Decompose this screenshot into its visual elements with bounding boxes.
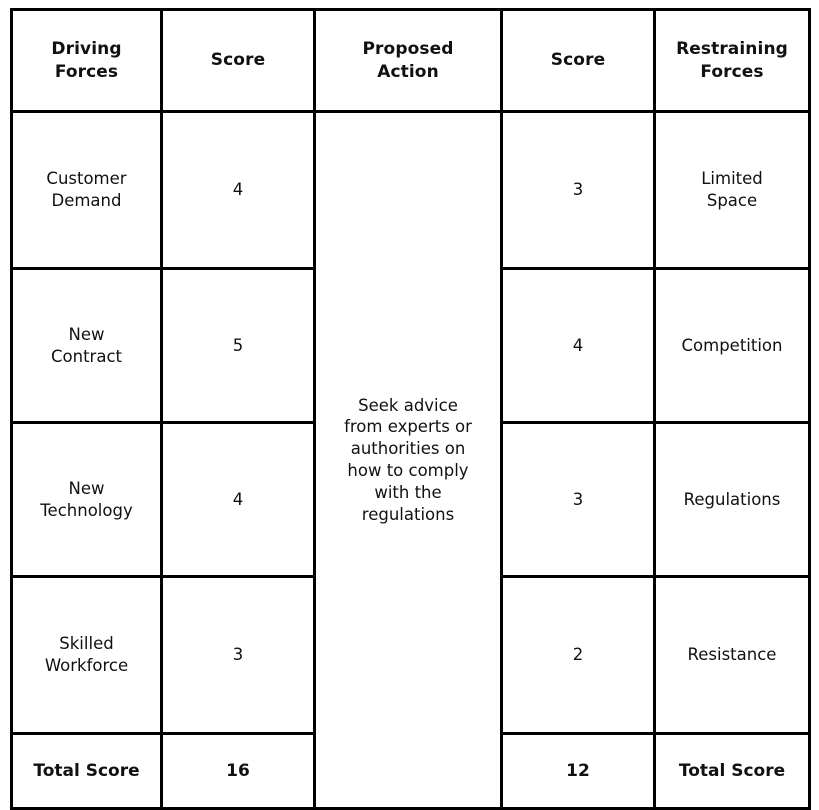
restraining-force-name: Limited Space — [653, 110, 811, 270]
restraining-total-label: Total Score — [653, 732, 811, 810]
header-proposed-action: Proposed Action — [313, 8, 503, 113]
driving-force-name: New Contract — [10, 267, 163, 424]
restraining-total-value: 12 — [500, 732, 656, 810]
page-root: Driving Forces Score Proposed Action Sco… — [0, 0, 819, 810]
driving-total-label: Total Score — [10, 732, 163, 810]
restraining-force-name: Resistance — [653, 575, 811, 735]
driving-force-score: 4 — [160, 110, 316, 270]
restraining-force-name: Regulations — [653, 421, 811, 578]
table-header: Driving Forces Score Proposed Action Sco… — [10, 8, 811, 113]
restraining-force-score: 2 — [500, 575, 656, 735]
driving-force-name: New Technology — [10, 421, 163, 578]
proposed-action-cell: Seek advice from experts or authorities … — [313, 110, 503, 810]
driving-force-score: 4 — [160, 421, 316, 578]
header-restraining-forces: Restraining Forces — [653, 8, 811, 113]
header-restraining-score: Score — [500, 8, 656, 113]
restraining-force-name: Competition — [653, 267, 811, 424]
header-row: Driving Forces Score Proposed Action Sco… — [10, 8, 811, 113]
restraining-force-score: 3 — [500, 110, 656, 270]
table-row: Customer Demand 4 Seek advice from exper… — [10, 110, 811, 810]
force-field-analysis-table: Driving Forces Score Proposed Action Sco… — [10, 8, 811, 810]
driving-force-score: 3 — [160, 575, 316, 735]
driving-force-name: Customer Demand — [10, 110, 163, 270]
header-driving-forces: Driving Forces — [10, 8, 163, 113]
driving-force-score: 5 — [160, 267, 316, 424]
driving-force-name: Skilled Workforce — [10, 575, 163, 735]
header-driving-score: Score — [160, 8, 316, 113]
restraining-force-score: 3 — [500, 421, 656, 578]
driving-total-value: 16 — [160, 732, 316, 810]
restraining-force-score: 4 — [500, 267, 656, 424]
table-body: Customer Demand 4 Seek advice from exper… — [10, 110, 811, 810]
